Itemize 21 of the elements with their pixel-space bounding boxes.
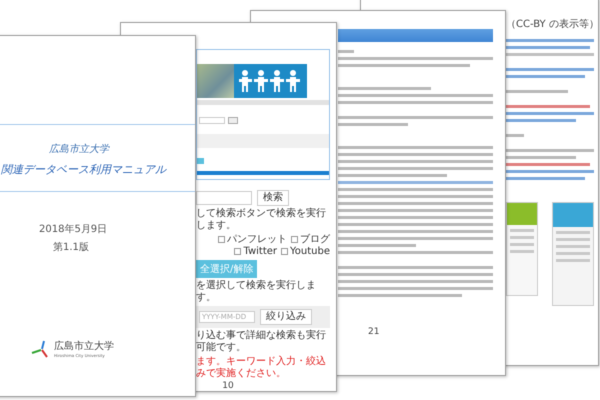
filter-button[interactable]: 絞り込み [260, 309, 312, 325]
search-field[interactable] [196, 191, 252, 205]
section-heading: （CC-BY の表示等） [506, 18, 594, 31]
edition-text: 第1.1版 [53, 241, 89, 254]
people-drawing [238, 69, 302, 93]
document-title: 関連データベース利用マニュアル [1, 162, 166, 177]
date-text: 2018年5月9日 [39, 223, 108, 236]
photo-placeholder [197, 64, 234, 98]
logo-text: 広島市立大学 [54, 340, 114, 353]
category-checkbox[interactable]: Youtube [281, 246, 330, 257]
notice-text: ます。キーワード入力・絞込みで実施ください。 [196, 356, 327, 379]
instruction-text: して検索ボタンで検索を実行します。 [196, 208, 327, 231]
search-button[interactable]: 検索 [257, 190, 289, 206]
category-checkbox[interactable]: パンフレット [218, 234, 287, 245]
instruction-text: り込む事で詳細な検索も実行可能です。 [196, 330, 327, 353]
category-checkbox[interactable]: Twitter [234, 246, 277, 257]
page-number: 10 [221, 381, 235, 391]
page-number: 21 [368, 327, 380, 337]
category-checkbox[interactable]: ブログ [291, 234, 330, 245]
instruction-text: を選択して検索を実行します。 [196, 280, 317, 303]
subtitle: 広島市立大学 [49, 142, 109, 156]
